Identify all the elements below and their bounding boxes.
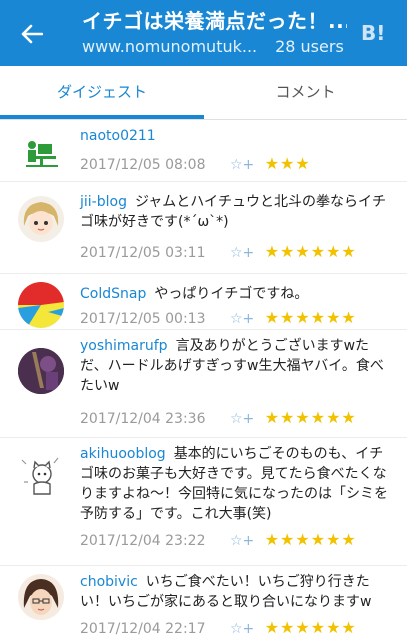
tab-bar: ダイジェスト コメント	[0, 66, 407, 120]
avatar[interactable]	[18, 348, 64, 394]
comment-username[interactable]: yoshimarufp	[80, 338, 168, 354]
comment-item: akihuooblog 基本的にいちごそのものも、イチゴ味のお菓子も大好きです。見…	[0, 438, 407, 566]
comment-item: jii-blog ジャムとハイチュウと北斗の拳ならイチゴ味が好きです(*´ω`*)…	[0, 182, 407, 274]
comment-item: chobivic いちご食べたい！いちご狩り行きたい！いちごが家にあると取り合いに…	[0, 566, 407, 640]
users-count[interactable]: 28 users	[275, 36, 344, 58]
comment-username[interactable]: ColdSnap	[80, 286, 146, 302]
entry-url[interactable]: www.nomunomutuk...	[82, 36, 264, 58]
add-star-icon[interactable]: ☆+	[230, 619, 254, 639]
comment-text: やっぱりイチゴですね。	[154, 286, 309, 302]
app-bar: イチゴは栄養満点だった！... www.nomunomutuk... 28 us…	[0, 0, 407, 66]
comment-username[interactable]: jii-blog	[80, 194, 127, 210]
add-star-icon[interactable]: ☆+	[230, 309, 254, 329]
comment-meta: 2017/12/05 03:11 ☆+ ★★★★★★	[80, 242, 357, 262]
add-star-icon[interactable]: ☆+	[230, 531, 254, 551]
add-star-icon[interactable]: ☆+	[230, 409, 254, 429]
comment-meta: 2017/12/05 00:13 ☆+ ★★★★★★	[80, 308, 357, 328]
comment-date: 2017/12/04 23:22	[80, 533, 206, 549]
star-rating: ★★★★★★	[264, 530, 357, 549]
entry-title: イチゴは栄養満点だった！...	[82, 9, 347, 33]
comment-meta: 2017/12/05 08:08 ☆+ ★★★	[80, 154, 311, 174]
comment-date: 2017/12/05 00:13	[80, 311, 206, 327]
avatar[interactable]	[18, 128, 64, 174]
comment-item: naoto0211 2017/12/05 08:08 ☆+ ★★★	[0, 120, 407, 182]
comment-date: 2017/12/05 03:11	[80, 245, 206, 261]
add-star-icon[interactable]: ☆+	[230, 243, 254, 263]
comment-username[interactable]: akihuooblog	[80, 446, 166, 462]
comment-username[interactable]: chobivic	[80, 574, 138, 590]
comment-item: yoshimarufp 言及ありがとうございますwただ、ハードルあげすぎっすw生大…	[0, 330, 407, 438]
add-star-icon[interactable]: ☆+	[230, 155, 254, 175]
star-rating: ★★★★★★	[264, 242, 357, 261]
arrow-left-icon	[21, 24, 43, 44]
avatar[interactable]	[18, 196, 64, 242]
comment-username[interactable]: naoto0211	[80, 128, 156, 144]
comment-date: 2017/12/04 22:17	[80, 621, 206, 637]
tab-digest[interactable]: ダイジェスト	[0, 66, 204, 120]
comment-date: 2017/12/05 08:08	[80, 157, 206, 173]
comment-meta: 2017/12/04 23:36 ☆+ ★★★★★★	[80, 408, 357, 428]
back-button[interactable]	[14, 18, 50, 50]
entry-subtitle: www.nomunomutuk... 28 users	[82, 36, 344, 58]
comment-meta: 2017/12/04 23:22 ☆+ ★★★★★★	[80, 530, 357, 550]
avatar[interactable]	[18, 452, 64, 498]
star-rating: ★★★★★★	[264, 308, 357, 327]
hatena-bookmark-logo[interactable]: B!	[361, 20, 389, 46]
avatar[interactable]	[18, 282, 64, 328]
comment-item: ColdSnap やっぱりイチゴですね。 2017/12/05 00:13 ☆+ …	[0, 274, 407, 330]
star-rating: ★★★	[264, 154, 311, 173]
star-rating: ★★★★★★	[264, 618, 357, 637]
active-tab-indicator	[0, 115, 204, 119]
comment-meta: 2017/12/04 22:17 ☆+ ★★★★★★	[80, 618, 357, 638]
star-rating: ★★★★★★	[264, 408, 357, 427]
comment-date: 2017/12/04 23:36	[80, 411, 206, 427]
avatar[interactable]	[18, 574, 64, 620]
tab-comment[interactable]: コメント	[204, 66, 407, 120]
